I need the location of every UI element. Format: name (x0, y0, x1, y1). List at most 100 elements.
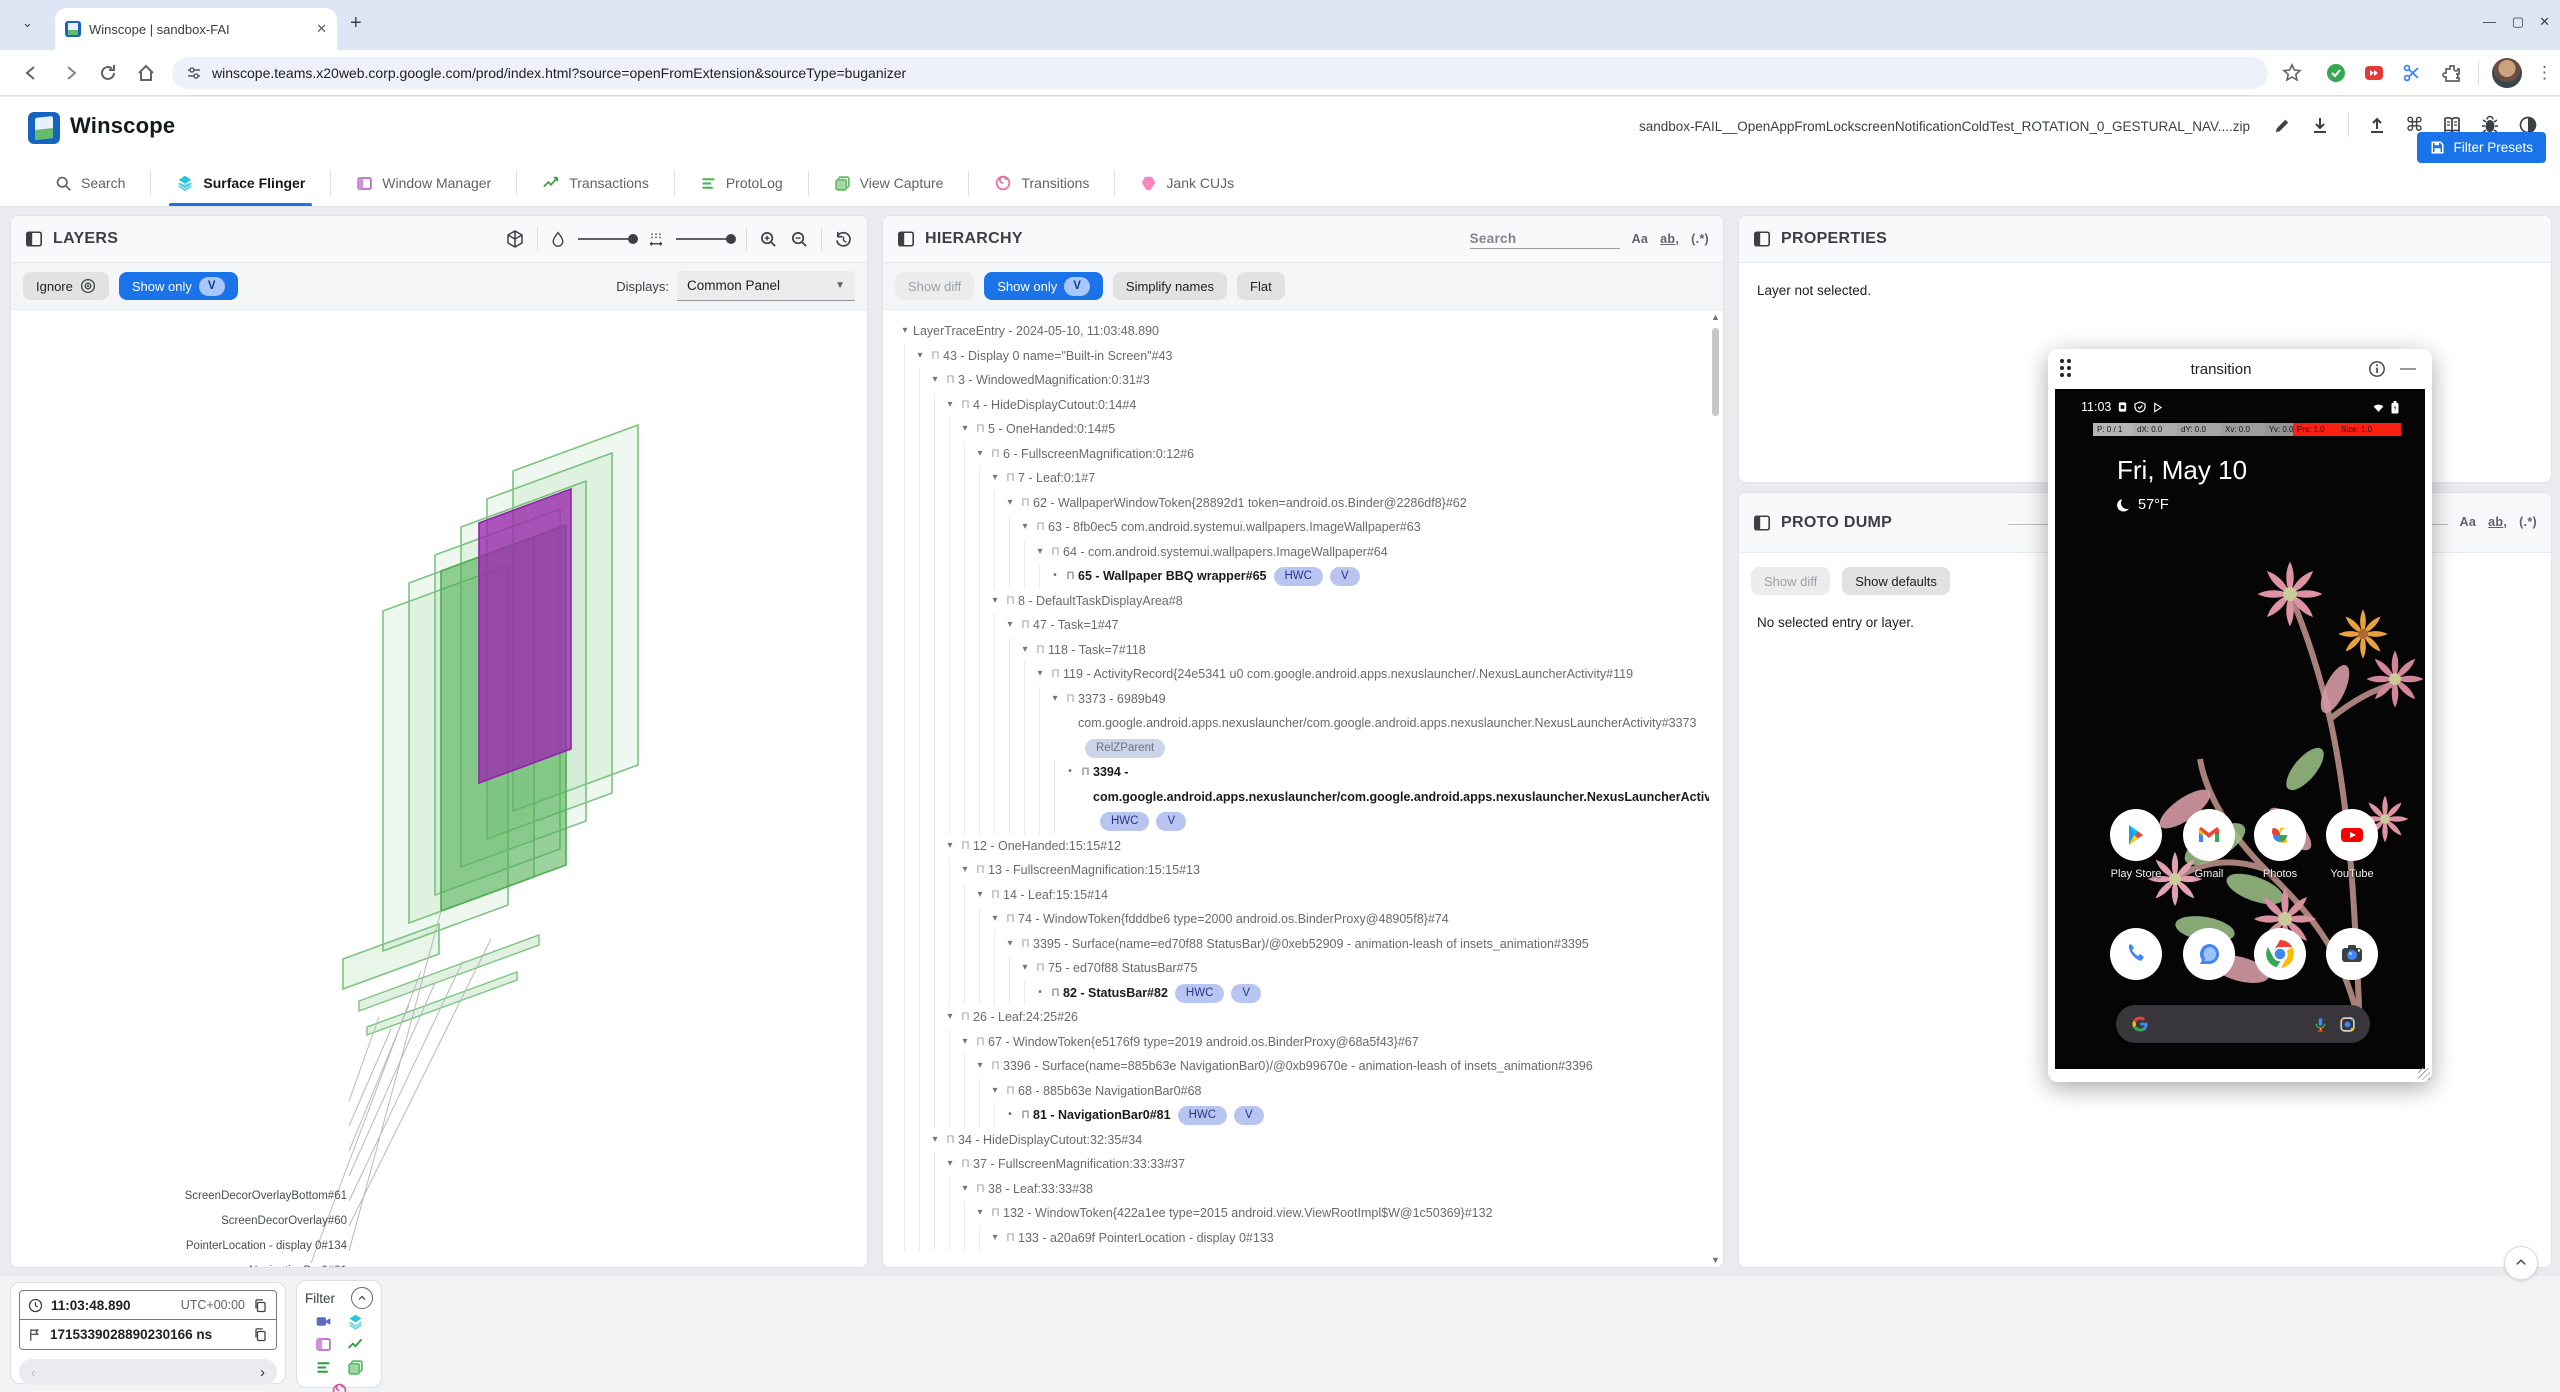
expand-arrow-icon[interactable]: ▾ (987, 466, 1003, 491)
tree-row[interactable]: ▾Π118 - Task=7#118 (883, 638, 1709, 663)
tree-row[interactable]: ▾Π3396 - Surface(name=885b63e Navigation… (883, 1054, 1709, 1079)
hierarchy-show-only-chip[interactable]: Show onlyV (984, 272, 1103, 300)
tree-row[interactable]: ▾Π74 - WindowToken{fdddbe6 type=2000 and… (883, 907, 1709, 932)
tree-row[interactable]: ▾Π3 - WindowedMagnification:0:31#3 (883, 368, 1709, 393)
tree-row[interactable]: ▾Π12 - OneHanded:15:15#12 (883, 834, 1709, 859)
match-word-icon[interactable]: ab, (1660, 232, 1679, 246)
tab-search-icon[interactable]: ⌄ (22, 15, 33, 31)
collapse-panel-icon[interactable] (1753, 230, 1771, 248)
pin-icon[interactable]: Π (1048, 662, 1063, 687)
expand-arrow-icon[interactable]: ▾ (987, 1226, 1003, 1251)
simplify-names-chip[interactable]: Simplify names (1113, 272, 1227, 300)
tree-row[interactable]: ▾Π47 - Task=1#47 (883, 613, 1709, 638)
regex-icon[interactable]: (.*) (1691, 232, 1709, 246)
tree-row[interactable]: ▾Π64 - com.android.systemui.wallpapers.I… (883, 540, 1709, 565)
pin-icon[interactable]: Π (958, 834, 973, 859)
layer-label[interactable]: PointerLocation - display 0#134 (15, 1234, 347, 1259)
tab-view-capture[interactable]: View Capture (809, 160, 969, 206)
layers-show-only-chip[interactable]: Show onlyV (119, 272, 238, 300)
tree-row[interactable]: •Π65 - Wallpaper BBQ wrapper#65HWCV (883, 564, 1709, 589)
app-phone[interactable] (2100, 928, 2172, 987)
screen-recording-trace-icon[interactable] (315, 1313, 332, 1330)
pin-icon[interactable]: Π (958, 1152, 973, 1177)
view-capture-trace-icon[interactable] (347, 1359, 364, 1376)
scroll-down-icon[interactable]: ▼ (1709, 1255, 1722, 1265)
tree-row[interactable]: ▾LayerTraceEntry - 2024-05-10, 11:03:48.… (883, 319, 1709, 344)
tree-row[interactable]: ▾Π3395 - Surface(name=ed70f88 StatusBar)… (883, 932, 1709, 957)
expand-arrow-icon[interactable]: ▾ (1032, 662, 1048, 687)
tree-row[interactable]: ▾Π37 - FullscreenMagnification:33:33#37 (883, 1152, 1709, 1177)
pin-icon[interactable]: Π (943, 368, 958, 393)
expand-arrow-icon[interactable]: ▾ (972, 1201, 988, 1226)
tree-row[interactable]: ▾Π75 - ed70f88 StatusBar#75 (883, 956, 1709, 981)
filter-presets-button[interactable]: Filter Presets (2417, 132, 2546, 163)
tree-row[interactable]: ▾Π119 - ActivityRecord{24e5341 u0 com.go… (883, 662, 1709, 687)
tree-row[interactable]: ▾Π133 - a20a69f PointerLocation - displa… (883, 1226, 1709, 1251)
expand-arrow-icon[interactable]: ▾ (957, 1030, 973, 1055)
pin-icon[interactable]: Π (988, 1054, 1003, 1079)
expand-arrow-icon[interactable]: ▾ (1017, 956, 1033, 981)
tree-row[interactable]: ▾Π38 - Leaf:33:33#38 (883, 1177, 1709, 1202)
copy-icon[interactable] (253, 1298, 268, 1313)
expand-arrow-icon[interactable]: ▾ (1017, 638, 1033, 663)
profile-avatar[interactable] (2492, 58, 2522, 88)
window-manager-trace-icon[interactable] (315, 1336, 332, 1353)
layer-label[interactable]: ScreenDecorOverlay#60 (15, 1209, 347, 1234)
tree-row[interactable]: ▾Π5 - OneHanded:0:14#5 (883, 417, 1709, 442)
rotation-slider[interactable] (578, 238, 636, 240)
window-minimize-icon[interactable]: — (2483, 14, 2496, 29)
pin-icon[interactable]: Π (1078, 760, 1093, 785)
copy-icon[interactable] (253, 1327, 268, 1342)
tree-row[interactable]: ▾Π4 - HideDisplayCutout:0:14#4 (883, 393, 1709, 418)
zoom-in-icon[interactable] (759, 230, 778, 249)
pin-icon[interactable]: Π (973, 1177, 988, 1202)
collapse-panel-icon[interactable] (1753, 514, 1771, 532)
pin-icon[interactable]: Π (958, 1005, 973, 1030)
expand-arrow-icon[interactable]: ▾ (972, 883, 988, 908)
match-case-icon[interactable]: Aa (1632, 232, 1649, 246)
expand-arrow-icon[interactable]: ▾ (942, 1005, 958, 1030)
expand-arrow-icon[interactable]: ▾ (1002, 932, 1018, 957)
browser-menu-icon[interactable]: ⋮ (2536, 63, 2553, 83)
expand-arrow-icon[interactable]: ▾ (942, 393, 958, 418)
app-play-store[interactable]: Play Store (2100, 809, 2172, 880)
window-close-icon[interactable]: ✕ (2539, 14, 2550, 30)
home-icon[interactable] (136, 63, 156, 83)
layers-3d-canvas[interactable]: ScreenDecorOverlayBottom#61ScreenDecorOv… (11, 311, 867, 1267)
tab-window-manager[interactable]: Window Manager (331, 160, 516, 206)
expand-arrow-icon[interactable]: ▾ (987, 589, 1003, 614)
expand-arrow-icon[interactable]: ▾ (1032, 540, 1048, 565)
hierarchy-search-input[interactable]: Search (1470, 229, 1620, 249)
tab-jank-cujs[interactable]: Jank CUJs (1115, 160, 1259, 206)
reload-icon[interactable] (98, 63, 118, 83)
scroll-up-icon[interactable]: ▲ (1709, 312, 1722, 322)
window-maximize-icon[interactable]: ▢ (2512, 14, 2524, 30)
expand-arrow-icon[interactable]: ▾ (1047, 687, 1063, 712)
tree-row[interactable]: •Π82 - StatusBar#82HWCV (883, 981, 1709, 1006)
pin-icon[interactable]: Π (1033, 515, 1048, 540)
app-chrome[interactable] (2244, 928, 2316, 987)
app-gmail[interactable]: Gmail (2173, 809, 2245, 880)
edit-filename-icon[interactable] (2273, 116, 2292, 135)
pin-icon[interactable]: Π (1033, 638, 1048, 663)
tree-row[interactable]: ▾Π67 - WindowToken{e5176f9 type=2019 and… (883, 1030, 1709, 1055)
pin-icon[interactable]: Π (1003, 466, 1018, 491)
forward-icon[interactable] (60, 63, 80, 83)
overlay-title-bar[interactable]: transition — (2048, 349, 2432, 389)
zoom-out-icon[interactable] (790, 230, 809, 249)
layer-label[interactable]: ScreenDecorOverlayBottom#61 (15, 1184, 347, 1209)
expand-arrow-icon[interactable]: ▾ (912, 344, 928, 369)
show-diff-chip[interactable]: Show diff (895, 272, 974, 300)
back-icon[interactable] (22, 63, 42, 83)
tree-row[interactable]: ▾Π63 - 8fb0ec5 com.android.systemui.wall… (883, 515, 1709, 540)
reset-view-icon[interactable] (834, 230, 853, 249)
google-lens-icon[interactable] (2339, 1016, 2356, 1033)
tree-row[interactable]: ▾Π132 - WindowToken{422a1ee type=2015 an… (883, 1201, 1709, 1226)
expand-arrow-icon[interactable]: ▾ (957, 417, 973, 442)
pin-icon[interactable]: Π (958, 393, 973, 418)
pin-icon[interactable]: Π (1003, 907, 1018, 932)
ignore-chip[interactable]: Ignore (23, 272, 109, 300)
app-camera[interactable] (2316, 928, 2388, 987)
site-settings-icon[interactable] (186, 65, 202, 81)
tree-row[interactable]: ▾Π6 - FullscreenMagnification:0:12#6 (883, 442, 1709, 467)
